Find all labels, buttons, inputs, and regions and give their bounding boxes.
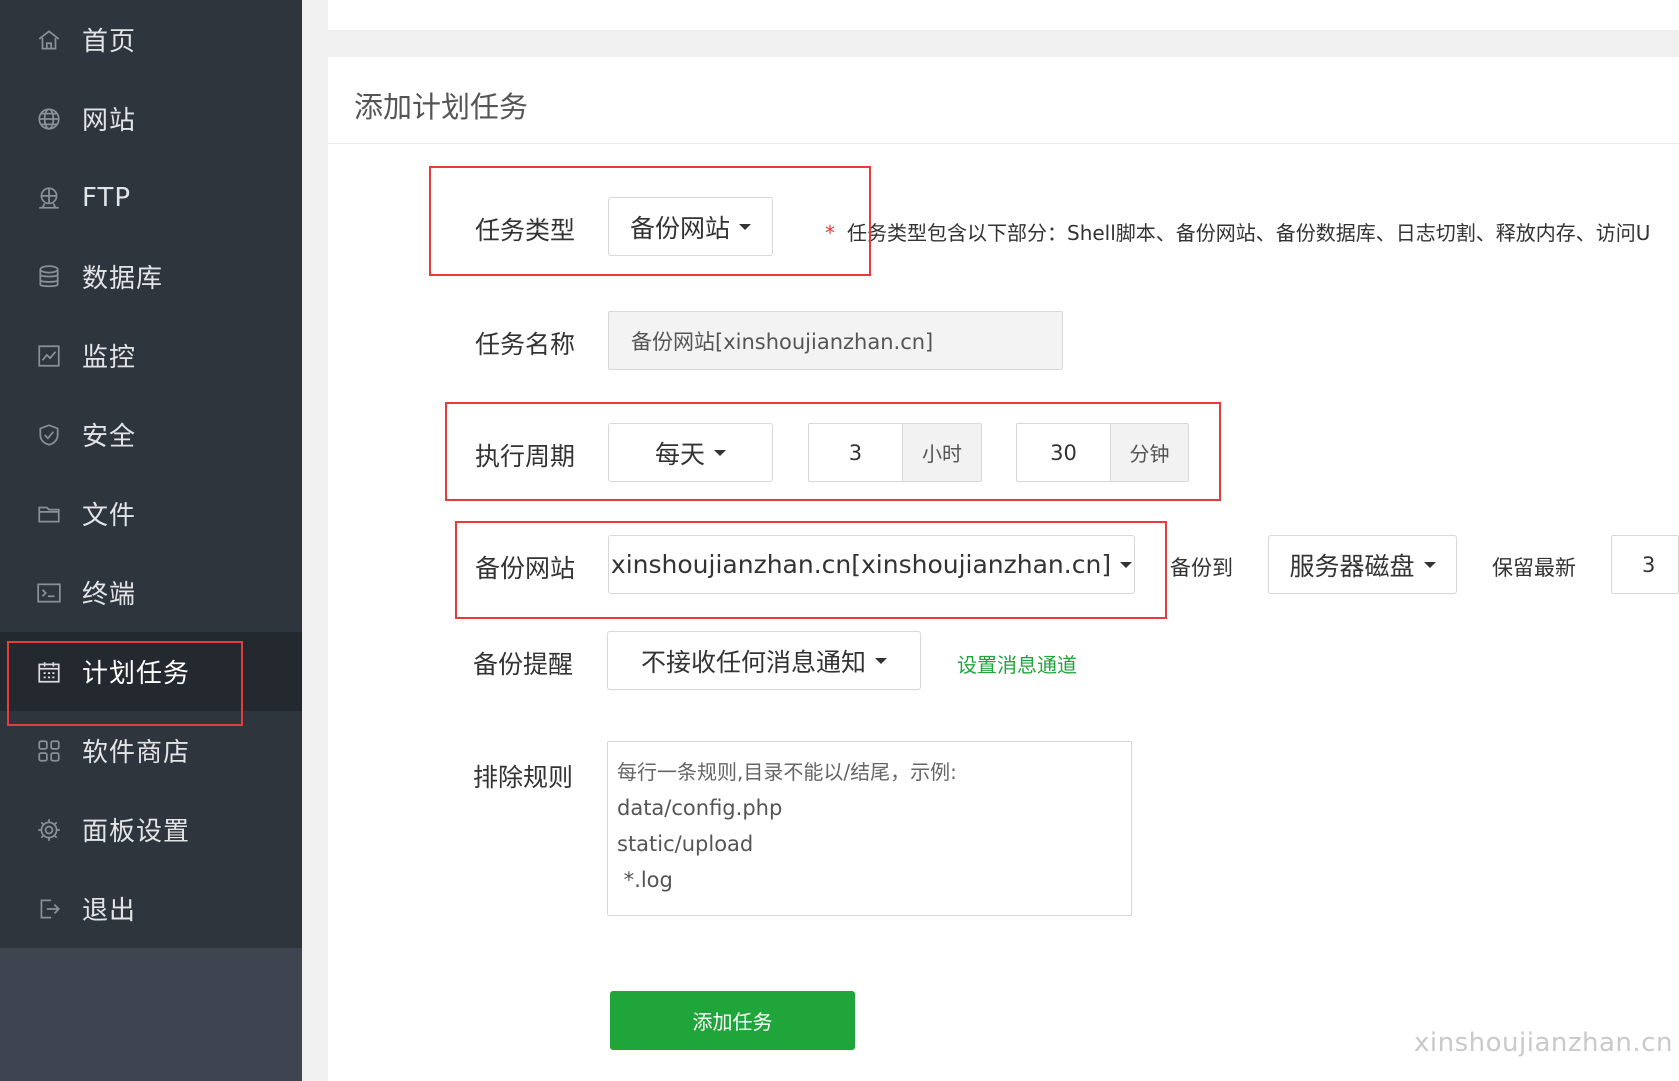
placeholder-line: 每行一条规则,目录不能以/结尾，示例: (617, 760, 957, 784)
home-icon (36, 27, 62, 53)
notify-label: 备份提醒 (473, 650, 574, 679)
notify-value: 不接收任何消息通知 (640, 647, 866, 677)
globe-icon (36, 106, 62, 132)
placeholder-line: data/config.php (617, 796, 783, 820)
backup-site-select[interactable]: xinshoujianzhan.cn[xinshoujianzhan.cn] (608, 535, 1135, 594)
chevron-down-icon (875, 657, 887, 664)
sidebar-item-label: 计划任务 (82, 659, 191, 689)
sidebar-item-settings[interactable]: 面板设置 (0, 790, 302, 869)
shield-icon (36, 422, 62, 448)
placeholder-line: *.log (617, 868, 673, 892)
task-name-label: 任务名称 (475, 330, 576, 359)
terminal-icon (36, 580, 62, 606)
backup-site-value: xinshoujianzhan.cn[xinshoujianzhan.cn] (610, 550, 1112, 579)
keep-latest-label: 保留最新 (1492, 556, 1576, 580)
exclude-rules-textarea[interactable]: 每行一条规则,目录不能以/结尾，示例: data/config.php stat… (607, 741, 1132, 916)
chevron-down-icon (714, 449, 726, 456)
folder-icon (36, 501, 62, 527)
sidebar-item-terminal[interactable]: 终端 (0, 553, 302, 632)
page-title: 添加计划任务 (354, 90, 529, 124)
add-task-button[interactable]: 添加任务 (610, 991, 855, 1050)
sidebar-item-label: 终端 (82, 580, 137, 610)
title-divider (328, 143, 1679, 144)
task-type-select[interactable]: 备份网站 (608, 197, 773, 256)
hour-input[interactable]: 3 (809, 424, 903, 481)
sidebar: 首页 网站 FTP 数据库 监控 安全 文件 终端 计划任务 软件商店 面板设置… (0, 0, 302, 1081)
sidebar-item-monitor[interactable]: 监控 (0, 316, 302, 395)
sidebar-item-logout[interactable]: 退出 (0, 869, 302, 948)
period-label: 执行周期 (475, 442, 576, 471)
backup-to-label: 备份到 (1170, 556, 1233, 580)
sidebar-item-ftp[interactable]: FTP (0, 158, 302, 237)
calendar-icon (36, 659, 62, 685)
gear-icon (36, 817, 62, 843)
top-panel (328, 0, 1679, 30)
minute-input-group: 30 分钟 (1016, 423, 1189, 482)
task-type-hint-text: 任务类型包含以下部分：Shell脚本、备份网站、备份数据库、日志切割、释放内存、… (847, 221, 1651, 245)
sidebar-item-label: 首页 (82, 27, 137, 57)
sidebar-item-label: FTP (82, 182, 132, 213)
hour-unit: 小时 (902, 424, 981, 481)
notify-select[interactable]: 不接收任何消息通知 (607, 631, 921, 690)
required-star: * (825, 221, 835, 245)
ftp-icon (36, 185, 62, 211)
set-message-channel-link[interactable]: 设置消息通道 (957, 649, 1077, 678)
sidebar-menu: 首页 网站 FTP 数据库 监控 安全 文件 终端 计划任务 软件商店 面板设置… (0, 0, 302, 948)
minute-input[interactable]: 30 (1017, 424, 1111, 481)
backup-to-select[interactable]: 服务器磁盘 (1268, 535, 1457, 594)
sidebar-item-cron[interactable]: 计划任务 (0, 632, 302, 711)
chevron-down-icon (739, 223, 751, 230)
monitor-icon (36, 343, 62, 369)
watermark: xinshoujianzhan.cn (1414, 1028, 1673, 1058)
exclude-rules-label: 排除规则 (473, 763, 574, 792)
task-type-label: 任务类型 (475, 216, 576, 245)
minute-unit: 分钟 (1110, 424, 1188, 481)
sidebar-item-label: 面板设置 (82, 817, 191, 847)
sidebar-item-label: 文件 (82, 501, 137, 531)
backup-site-label: 备份网站 (475, 554, 576, 583)
chevron-down-icon (1423, 561, 1436, 568)
sidebar-item-label: 网站 (82, 106, 137, 136)
sidebar-item-label: 退出 (82, 896, 137, 926)
placeholder-line: static/upload (617, 832, 754, 856)
sidebar-item-store[interactable]: 软件商店 (0, 711, 302, 790)
task-type-hint: * 任务类型包含以下部分：Shell脚本、备份网站、备份数据库、日志切割、释放内存… (825, 217, 1650, 246)
sidebar-item-website[interactable]: 网站 (0, 79, 302, 158)
sidebar-item-files[interactable]: 文件 (0, 474, 302, 553)
sidebar-item-label: 数据库 (82, 264, 164, 294)
logout-icon (36, 896, 62, 922)
hour-input-group: 3 小时 (808, 423, 982, 482)
sidebar-item-database[interactable]: 数据库 (0, 237, 302, 316)
sidebar-item-label: 安全 (82, 422, 137, 452)
chevron-down-icon (1120, 561, 1133, 568)
sidebar-item-home[interactable]: 首页 (0, 0, 302, 79)
backup-to-value: 服务器磁盘 (1289, 551, 1415, 581)
sidebar-item-label: 监控 (82, 343, 137, 373)
task-type-value: 备份网站 (629, 213, 730, 243)
database-icon (36, 264, 62, 290)
sidebar-item-security[interactable]: 安全 (0, 395, 302, 474)
period-value: 每天 (654, 439, 705, 469)
grid-icon (36, 738, 62, 764)
task-name-field[interactable]: 备份网站[xinshoujianzhan.cn] (608, 311, 1063, 370)
period-select[interactable]: 每天 (608, 423, 773, 482)
sidebar-item-label: 软件商店 (82, 738, 191, 768)
keep-latest-input[interactable]: 3 (1611, 535, 1679, 594)
